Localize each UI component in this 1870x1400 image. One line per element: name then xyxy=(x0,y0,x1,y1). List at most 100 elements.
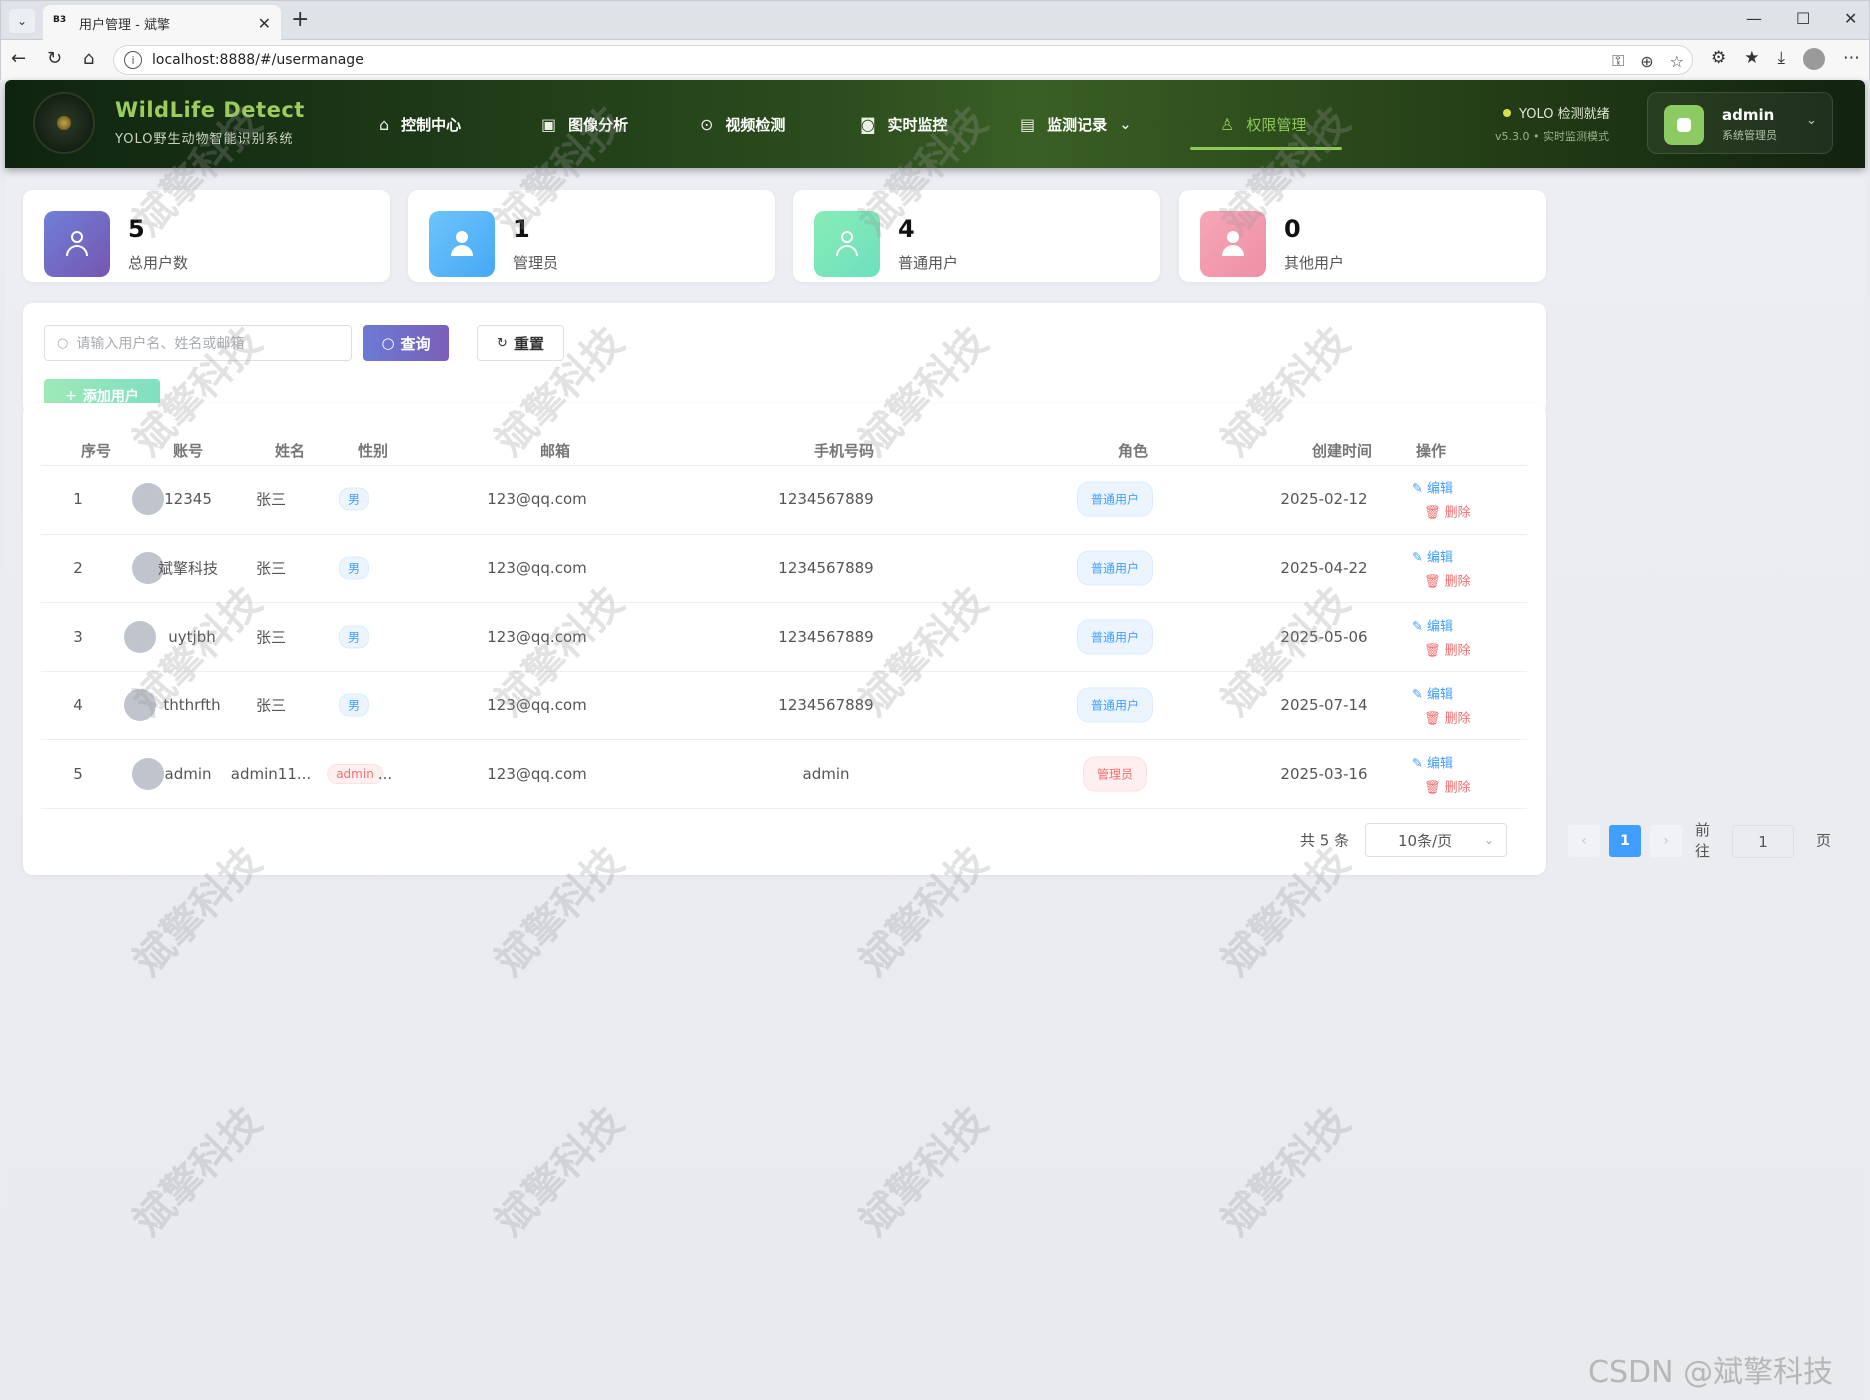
avatar xyxy=(132,483,164,516)
tab-favicon: B3 xyxy=(53,15,67,25)
refresh-icon: ↻ xyxy=(497,335,508,351)
user-menu[interactable]: admin 系统管理员 ⌄ xyxy=(1647,92,1833,154)
logo[interactable] xyxy=(33,92,95,154)
edit-button[interactable]: ✎ 编辑 xyxy=(1412,752,1453,771)
table-divider xyxy=(41,670,1527,672)
row-index: 1 xyxy=(73,490,83,509)
query-button[interactable]: ○ 查询 xyxy=(363,325,449,361)
account-cell: admin xyxy=(164,764,212,783)
edit-label: 编辑 xyxy=(1427,550,1454,566)
zoom-icon[interactable]: ⊕ xyxy=(1640,52,1653,71)
tab-close-icon[interactable]: ✕ xyxy=(258,14,271,33)
created-date: 2025-02-12 xyxy=(1280,490,1368,509)
goto-page-input[interactable]: 1 xyxy=(1732,825,1794,858)
stat-card-total: 5 总用户数 xyxy=(23,190,390,282)
document-icon: ▤ xyxy=(1020,114,1036,134)
trash-icon: 🗑 xyxy=(1424,643,1445,658)
more-icon[interactable]: ⋯ xyxy=(1843,48,1860,70)
chevron-down-icon: ⌄ xyxy=(1483,833,1494,847)
column-header: 角色 xyxy=(1117,442,1149,460)
next-page-button[interactable]: › xyxy=(1650,825,1682,857)
back-icon[interactable]: ← xyxy=(11,48,26,69)
column-header: 序号 xyxy=(80,442,112,460)
stat-label: 其他用户 xyxy=(1284,254,1345,272)
user-name: admin xyxy=(1722,106,1775,124)
status-dot-icon xyxy=(1503,108,1511,117)
gender-tag: admin xyxy=(327,763,383,784)
pagination-total: 共 5 条 xyxy=(1300,831,1350,850)
delete-button[interactable]: 🗑 删除 xyxy=(1424,776,1471,795)
page-number-button[interactable]: 1 xyxy=(1609,825,1641,857)
column-header: 姓名 xyxy=(274,442,306,460)
stat-label: 总用户数 xyxy=(128,254,189,272)
nav-item-video-detect[interactable]: ⊙ 视频检测 xyxy=(700,80,785,168)
reload-icon[interactable]: ↻ xyxy=(47,48,62,69)
delete-button[interactable]: 🗑 删除 xyxy=(1424,502,1471,521)
window-close-icon[interactable]: ✕ xyxy=(1844,9,1857,28)
delete-label: 删除 xyxy=(1444,711,1471,727)
nav-item-records[interactable]: ▤ 监测记录 ⌄ xyxy=(1020,80,1132,168)
csdn-watermark: CSDN @斌擎科技 xyxy=(1588,1355,1834,1390)
edit-icon: ✎ xyxy=(1412,550,1428,566)
nav-label: 权限管理 xyxy=(1246,115,1307,134)
favorite-star-icon[interactable]: ☆ xyxy=(1670,52,1684,71)
row-index: 4 xyxy=(73,696,83,715)
search-icon: ○ xyxy=(381,334,395,352)
trash-icon: 🗑 xyxy=(1424,780,1445,796)
user-avatar xyxy=(1664,105,1704,145)
address-bar-row: ← ↻ ⌂ i localhost:8888/#/usermanage ⚿ ⊕ … xyxy=(0,40,1870,80)
stat-value: 5 xyxy=(128,215,145,243)
name-cell: 张三 xyxy=(255,559,287,578)
phone-cell: admin xyxy=(802,764,850,783)
extensions-icon[interactable]: ⚙ xyxy=(1711,48,1726,70)
edit-button[interactable]: ✎ 编辑 xyxy=(1412,546,1453,565)
user-outline-icon xyxy=(44,211,110,277)
browser-tab[interactable]: B3 用户管理 - 斌擎 ✕ xyxy=(43,5,281,41)
new-tab-icon[interactable]: + xyxy=(291,7,309,32)
edit-button[interactable]: ✎ 编辑 xyxy=(1412,478,1453,497)
site-info-icon[interactable]: i xyxy=(124,51,142,69)
delete-button[interactable]: 🗑 删除 xyxy=(1424,639,1471,658)
watermark-text: 斌擎科技 xyxy=(850,1098,997,1245)
profile-avatar[interactable] xyxy=(1803,48,1826,70)
trash-icon: 🗑 xyxy=(1424,711,1445,727)
account-cell: uytjbh xyxy=(168,627,216,646)
download-icon[interactable]: ⤓ xyxy=(1778,48,1786,70)
page-size-select[interactable]: 10条/页 ⌄ xyxy=(1365,823,1507,857)
home-browser-icon[interactable]: ⌂ xyxy=(83,48,94,69)
favorites-icon[interactable]: ★ xyxy=(1744,48,1759,70)
account-cell: 12345 xyxy=(164,490,212,509)
user-solid-icon xyxy=(429,211,495,277)
user-icon: ♙ xyxy=(1220,114,1235,134)
key-icon[interactable]: ⚿ xyxy=(1612,51,1624,71)
plus-icon: + xyxy=(65,388,77,404)
maximize-icon[interactable]: ☐ xyxy=(1796,9,1810,28)
prev-page-button[interactable]: ‹ xyxy=(1568,825,1600,857)
url-input[interactable]: i localhost:8888/#/usermanage ⚿ ⊕ ☆ xyxy=(113,45,1693,75)
search-input[interactable]: ○ 请输入用户名、姓名或邮箱 xyxy=(44,325,352,361)
table-divider xyxy=(41,602,1527,604)
reset-button[interactable]: ↻ 重置 xyxy=(477,325,564,361)
column-header: 性别 xyxy=(357,442,389,460)
goto-suffix: 页 xyxy=(1816,831,1832,850)
browser-tabbar: ⌄ B3 用户管理 - 斌擎 ✕ + — ☐ ✕ xyxy=(0,0,1870,41)
delete-button[interactable]: 🗑 删除 xyxy=(1424,708,1471,727)
created-date: 2025-05-06 xyxy=(1280,627,1368,646)
avatar xyxy=(132,757,164,790)
delete-button[interactable]: 🗑 删除 xyxy=(1424,570,1471,589)
image-icon: ▣ xyxy=(541,114,557,134)
column-header: 账号 xyxy=(172,442,204,460)
edit-button[interactable]: ✎ 编辑 xyxy=(1412,615,1453,634)
nav-item-permissions[interactable]: ♙ 权限管理 xyxy=(1220,80,1306,168)
nav-item-dashboard[interactable]: ⌂ 控制中心 xyxy=(379,80,461,168)
edit-label: 编辑 xyxy=(1427,619,1454,634)
nav-item-realtime-monitor[interactable]: ◙ 实时监控 xyxy=(860,80,948,168)
user-table-panel: 序号 账号 姓名 性别 邮箱 手机号码 角色 创建时间 操作 1 12345 张三男 123@qq.c… xyxy=(23,403,1831,875)
table-divider xyxy=(41,465,1527,466)
minimize-icon[interactable]: — xyxy=(1746,9,1762,28)
role-tag: 普通用户 xyxy=(1076,619,1154,654)
edit-button[interactable]: ✎ 编辑 xyxy=(1412,684,1453,703)
nav-item-image-analysis[interactable]: ▣ 图像分析 xyxy=(541,80,628,168)
email-cell: 123@qq.com xyxy=(487,627,587,646)
tab-list-dropdown-icon[interactable]: ⌄ xyxy=(9,9,35,33)
